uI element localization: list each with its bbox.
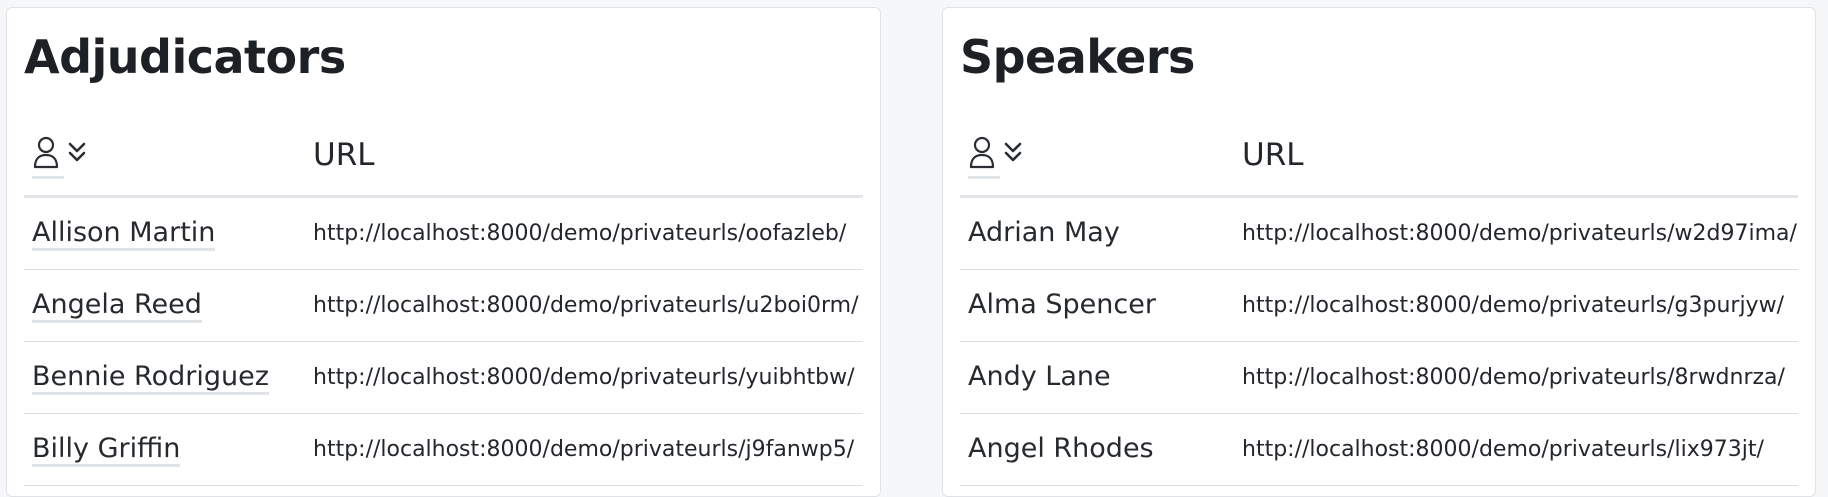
speaker-name: Andy Lane	[968, 361, 1111, 392]
table-row: Allison Martin http://localhost:8000/dem…	[24, 198, 863, 270]
adjudicator-name-link[interactable]: Bennie Rodriguez	[32, 363, 269, 395]
adjudicators-card: Adjudicators URL Allison Martin http://l…	[6, 7, 881, 497]
private-url: http://localhost:8000/demo/privateurls/w…	[1242, 221, 1797, 246]
private-url: http://localhost:8000/demo/privateurls/l…	[1242, 437, 1764, 462]
table-row: Angela Reed http://localhost:8000/demo/p…	[24, 270, 863, 342]
speaker-name: Alma Spencer	[968, 289, 1156, 320]
sort-header-underline	[32, 176, 64, 179]
speakers-table: URL Adrian May http://localhost:8000/dem…	[960, 120, 1798, 486]
name-sort-header[interactable]	[32, 136, 88, 179]
speaker-name: Adrian May	[968, 217, 1120, 248]
person-icon	[969, 136, 995, 169]
url-column-header: URL	[313, 137, 375, 173]
private-url: http://localhost:8000/demo/privateurls/y…	[313, 365, 855, 390]
adjudicators-table-header: URL	[24, 120, 863, 198]
table-row: Angel Rhodes http://localhost:8000/demo/…	[960, 414, 1798, 486]
private-url: http://localhost:8000/demo/privateurls/8…	[1242, 365, 1785, 390]
private-url: http://localhost:8000/demo/privateurls/g…	[1242, 293, 1784, 318]
table-row: Adrian May http://localhost:8000/demo/pr…	[960, 198, 1798, 270]
person-icon	[33, 136, 59, 169]
adjudicators-title: Adjudicators	[24, 30, 346, 84]
table-row: Alma Spencer http://localhost:8000/demo/…	[960, 270, 1798, 342]
table-row: Andy Lane http://localhost:8000/demo/pri…	[960, 342, 1798, 414]
adjudicator-name-link[interactable]: Angela Reed	[32, 291, 202, 323]
adjudicator-name-link[interactable]: Billy Griffin	[32, 435, 181, 467]
speakers-title: Speakers	[960, 30, 1195, 84]
table-row: Bennie Rodriguez http://localhost:8000/d…	[24, 342, 863, 414]
adjudicators-table: URL Allison Martin http://localhost:8000…	[24, 120, 863, 486]
private-url: http://localhost:8000/demo/privateurls/o…	[313, 221, 847, 246]
private-url: http://localhost:8000/demo/privateurls/j…	[313, 437, 855, 462]
speakers-table-header: URL	[960, 120, 1798, 198]
sort-header-underline	[968, 176, 1000, 179]
table-row: Billy Griffin http://localhost:8000/demo…	[24, 414, 863, 486]
private-url: http://localhost:8000/demo/privateurls/u…	[313, 293, 859, 318]
chevrons-down-icon	[68, 142, 86, 162]
speakers-card: Speakers URL Adrian May http://localhost…	[942, 7, 1816, 497]
name-sort-header[interactable]	[968, 136, 1024, 179]
speaker-name: Angel Rhodes	[968, 433, 1154, 464]
chevrons-down-icon	[1004, 142, 1022, 162]
adjudicator-name-link[interactable]: Allison Martin	[32, 219, 216, 251]
url-column-header: URL	[1242, 137, 1304, 173]
